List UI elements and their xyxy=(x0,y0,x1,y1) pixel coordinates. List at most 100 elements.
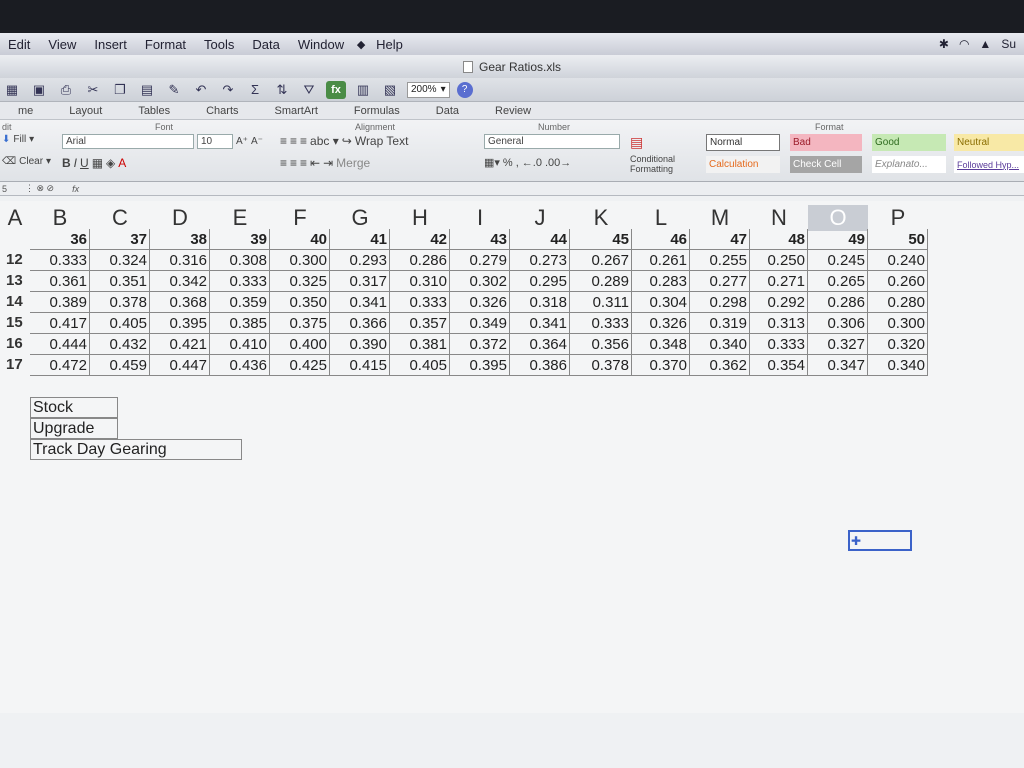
header-cell[interactable]: 50 xyxy=(868,229,928,250)
data-cell[interactable]: 0.350 xyxy=(270,292,330,313)
data-cell[interactable]: 0.313 xyxy=(750,313,808,334)
column-header-j[interactable]: J xyxy=(510,205,570,231)
header-cell[interactable]: 46 xyxy=(632,229,690,250)
data-cell[interactable]: 0.361 xyxy=(30,271,90,292)
style-explanatory[interactable]: Explanato... xyxy=(872,156,946,173)
data-cell[interactable]: 0.347 xyxy=(808,355,868,376)
header-cell[interactable]: 49 xyxy=(808,229,868,250)
data-cell[interactable]: 0.417 xyxy=(30,313,90,334)
data-cell[interactable]: 0.341 xyxy=(510,313,570,334)
data-cell[interactable]: 0.245 xyxy=(808,250,868,271)
data-cell[interactable]: 0.318 xyxy=(510,292,570,313)
data-cell[interactable]: 0.357 xyxy=(390,313,450,334)
script-menu-icon[interactable]: ◆ xyxy=(354,37,368,51)
data-cell[interactable]: 0.304 xyxy=(632,292,690,313)
column-header-h[interactable]: H xyxy=(390,205,450,231)
header-cell[interactable]: 39 xyxy=(210,229,270,250)
data-cell[interactable]: 0.302 xyxy=(450,271,510,292)
data-cell[interactable]: 0.261 xyxy=(632,250,690,271)
column-header-k[interactable]: K xyxy=(570,205,632,231)
data-cell[interactable]: 0.405 xyxy=(90,313,150,334)
data-cell[interactable]: 0.349 xyxy=(450,313,510,334)
data-cell[interactable]: 0.405 xyxy=(390,355,450,376)
column-header-c[interactable]: C xyxy=(90,205,150,231)
font-color-icon[interactable]: A xyxy=(118,156,126,170)
column-header-g[interactable]: G xyxy=(330,205,390,231)
row-header[interactable]: 12 xyxy=(6,251,23,268)
data-cell[interactable]: 0.400 xyxy=(270,334,330,355)
menu-help[interactable]: Help xyxy=(368,37,413,52)
data-cell[interactable]: 0.447 xyxy=(150,355,210,376)
fill-color-icon[interactable]: ◈ xyxy=(106,156,115,170)
name-box[interactable]: 5 xyxy=(2,184,7,194)
redo-icon[interactable]: ↷ xyxy=(218,81,238,99)
data-cell[interactable]: 0.293 xyxy=(330,250,390,271)
data-cell[interactable]: 0.300 xyxy=(270,250,330,271)
wrap-text-icon[interactable]: ↪ xyxy=(342,134,352,148)
zoom-select[interactable]: 200% ▾ xyxy=(407,81,450,98)
data-cell[interactable]: 0.348 xyxy=(632,334,690,355)
align-left-icon[interactable]: ≡ xyxy=(280,156,287,170)
data-cell[interactable]: 0.378 xyxy=(570,355,632,376)
data-cell[interactable]: 0.375 xyxy=(270,313,330,334)
comma-style-icon[interactable]: , xyxy=(516,157,519,169)
formula-builder-icon[interactable]: fx xyxy=(326,80,346,99)
tab-tables[interactable]: Tables xyxy=(120,105,188,117)
data-cell[interactable]: 0.286 xyxy=(808,292,868,313)
font-size-select[interactable]: 10 xyxy=(197,134,233,149)
column-header-d[interactable]: D xyxy=(150,205,210,231)
data-cell[interactable]: 0.421 xyxy=(150,334,210,355)
column-header-i[interactable]: I xyxy=(450,205,510,231)
bold-button[interactable]: B xyxy=(62,156,71,170)
data-cell[interactable]: 0.415 xyxy=(330,355,390,376)
data-cell[interactable]: 0.326 xyxy=(632,313,690,334)
tab-layout[interactable]: Layout xyxy=(51,105,120,117)
align-center-icon[interactable]: ≡ xyxy=(290,156,297,170)
help-icon[interactable]: ? xyxy=(456,81,473,98)
toolbox-icon[interactable]: ▧ xyxy=(380,81,400,99)
style-check-cell[interactable]: Check Cell xyxy=(790,156,862,173)
header-cell[interactable]: 41 xyxy=(330,229,390,250)
worksheet-grid[interactable]: ABCDEFGHIJKLMNOP 36 37 38 39 40 41 42 43 44 45 46 4… xyxy=(0,201,1024,713)
eject-icon[interactable]: ▲ xyxy=(979,37,991,51)
data-cell[interactable]: 0.356 xyxy=(570,334,632,355)
menu-insert[interactable]: Insert xyxy=(86,37,137,52)
sort-icon[interactable]: ⇅ xyxy=(272,81,292,99)
data-cell[interactable]: 0.362 xyxy=(690,355,750,376)
data-cell[interactable]: 0.250 xyxy=(750,250,808,271)
data-cell[interactable]: 0.277 xyxy=(690,271,750,292)
decrease-decimal-icon[interactable]: .00→ xyxy=(545,157,571,169)
tab-data[interactable]: Data xyxy=(418,105,477,117)
data-cell[interactable]: 0.425 xyxy=(270,355,330,376)
tab-smartart[interactable]: SmartArt xyxy=(257,105,336,117)
column-header-a[interactable]: A xyxy=(0,205,30,231)
column-header-e[interactable]: E xyxy=(210,205,270,231)
data-cell[interactable]: 0.327 xyxy=(808,334,868,355)
data-cell[interactable]: 0.333 xyxy=(570,313,632,334)
data-cell[interactable]: 0.286 xyxy=(390,250,450,271)
data-cell[interactable]: 0.390 xyxy=(330,334,390,355)
data-cell[interactable]: 0.436 xyxy=(210,355,270,376)
header-cell[interactable]: 45 xyxy=(570,229,632,250)
data-cell[interactable]: 0.472 xyxy=(30,355,90,376)
data-cell[interactable]: 0.324 xyxy=(90,250,150,271)
data-cell[interactable]: 0.316 xyxy=(150,250,210,271)
data-cell[interactable]: 0.240 xyxy=(868,250,928,271)
data-cell[interactable]: 0.389 xyxy=(30,292,90,313)
bluetooth-icon[interactable]: ✱ xyxy=(939,37,949,51)
data-cell[interactable]: 0.317 xyxy=(330,271,390,292)
header-cell[interactable]: 38 xyxy=(150,229,210,250)
format-painter-icon[interactable]: ✎ xyxy=(164,81,184,99)
data-cell[interactable]: 0.292 xyxy=(750,292,808,313)
data-cell[interactable]: 0.333 xyxy=(30,250,90,271)
header-cell[interactable]: 37 xyxy=(90,229,150,250)
data-cell[interactable]: 0.368 xyxy=(150,292,210,313)
underline-button[interactable]: U xyxy=(80,156,89,170)
percent-style-icon[interactable]: % xyxy=(503,157,513,169)
cut-icon[interactable]: ✂ xyxy=(83,81,103,99)
data-cell[interactable]: 0.255 xyxy=(690,250,750,271)
increase-font-icon[interactable]: A⁺ xyxy=(236,136,248,147)
header-cell[interactable]: 47 xyxy=(690,229,750,250)
undo-icon[interactable]: ↶ xyxy=(191,81,211,99)
legend-label[interactable]: Stock xyxy=(30,397,118,418)
